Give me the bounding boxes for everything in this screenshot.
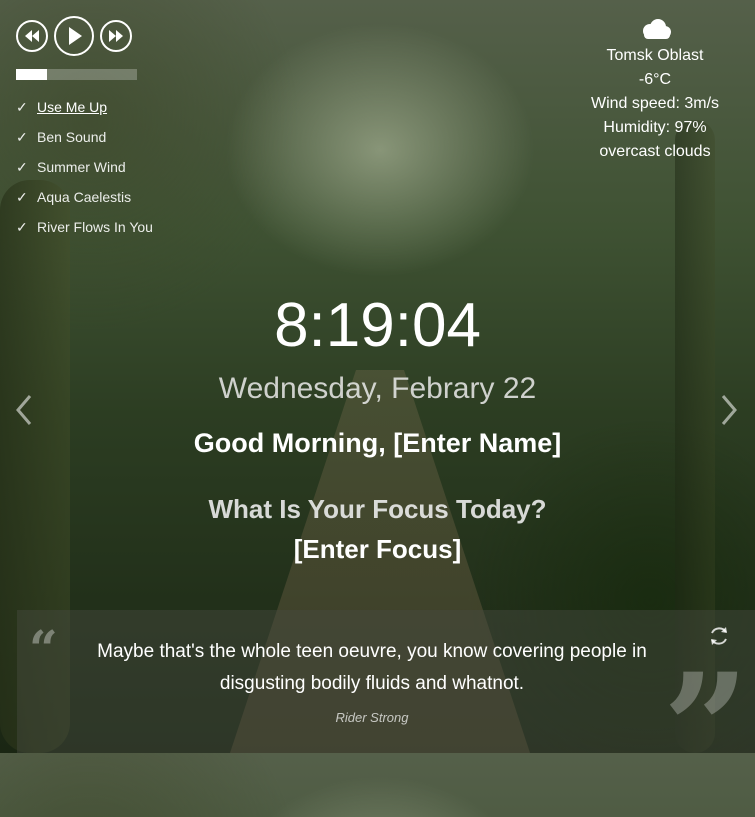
track-title: Summer Wind <box>37 159 126 175</box>
clock-date: Wednesday, Febrary 22 <box>218 372 537 405</box>
playlist-item[interactable]: ✓ Aqua Caelestis <box>16 182 153 212</box>
playlist: ✓ Use Me Up ✓ Ben Sound ✓ Summer Wind ✓ … <box>16 92 153 242</box>
weather-widget: Tomsk Oblast -6°C Wind speed: 3m/s Humid… <box>575 18 735 164</box>
track-title: Use Me Up <box>37 99 108 115</box>
rewind-icon <box>25 30 39 42</box>
check-icon: ✓ <box>16 188 28 205</box>
playlist-item[interactable]: ✓ Use Me Up <box>16 92 153 122</box>
playlist-item[interactable]: ✓ Summer Wind <box>16 152 153 182</box>
check-icon: ✓ <box>16 98 28 115</box>
refresh-icon[interactable] <box>707 624 731 648</box>
weather-humidity: Humidity: 97% <box>603 119 707 136</box>
focus-input[interactable]: [Enter Focus] <box>0 534 755 565</box>
weather-description: overcast clouds <box>599 143 711 160</box>
check-icon: ✓ <box>16 218 28 235</box>
quote-panel: “ ” Maybe that's the whole teen oeuvre, … <box>17 610 755 804</box>
track-title: Ben Sound <box>37 129 107 145</box>
play-icon <box>69 27 82 45</box>
audio-player-controls <box>16 16 132 56</box>
weather-temperature: -6°C <box>638 71 672 88</box>
quote-author: Rider Strong <box>335 710 409 725</box>
quote-text: Maybe that's the whole teen oeuvre, you … <box>97 641 647 694</box>
track-progress-bar[interactable] <box>16 69 137 80</box>
check-icon: ✓ <box>16 158 28 175</box>
previous-track-button[interactable] <box>16 20 48 52</box>
track-title: Aqua Caelestis <box>37 189 132 205</box>
chevron-left-icon[interactable] <box>14 392 34 428</box>
clock-time: 8:19:04 <box>274 291 481 360</box>
play-button[interactable] <box>54 16 94 56</box>
open-quote-icon: “ <box>29 619 58 678</box>
close-quote-icon: ” <box>662 641 749 817</box>
track-title: River Flows In You <box>37 219 153 235</box>
check-icon: ✓ <box>16 128 28 145</box>
cloud-icon <box>643 19 671 39</box>
chevron-right-icon[interactable] <box>719 392 739 428</box>
greeting-text[interactable]: Good Morning, [Enter Name] <box>0 428 755 459</box>
playlist-item[interactable]: ✓ River Flows In You <box>16 212 153 242</box>
focus-question: What Is Your Focus Today? <box>208 494 547 524</box>
next-track-button[interactable] <box>100 20 132 52</box>
weather-wind: Wind speed: 3m/s <box>590 95 720 112</box>
track-progress-fill <box>16 69 48 80</box>
weather-location: Tomsk Oblast <box>606 47 704 64</box>
playlist-item[interactable]: ✓ Ben Sound <box>16 122 153 152</box>
fast-forward-icon <box>109 30 123 42</box>
